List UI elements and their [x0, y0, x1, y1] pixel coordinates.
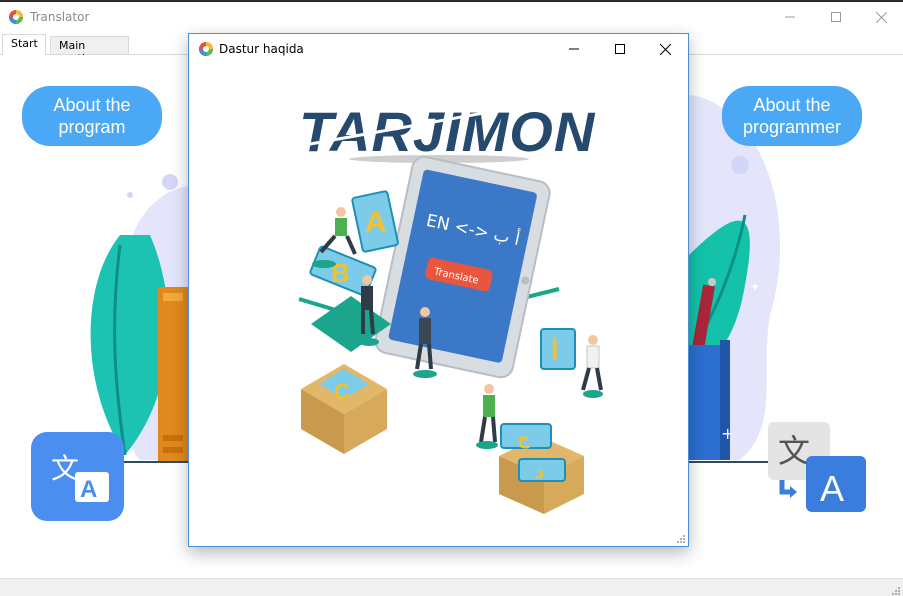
about-program-label: About the program	[53, 95, 131, 137]
status-strip	[0, 578, 903, 596]
letter-a: A	[365, 206, 387, 239]
close-button[interactable]	[858, 2, 903, 32]
svg-text:文: 文	[51, 452, 79, 485]
dialog-title-bar[interactable]: Dastur haqida	[189, 34, 688, 64]
dialog-app-icon	[199, 42, 213, 56]
svg-text:✦: ✦	[750, 280, 760, 294]
dialog-resize-grip-icon[interactable]	[676, 534, 686, 544]
close-icon	[875, 11, 887, 23]
dialog-maximize-button[interactable]	[597, 34, 643, 64]
title-bar[interactable]: Translator	[0, 2, 903, 32]
dialog-close-button[interactable]	[642, 34, 688, 64]
about-program-button[interactable]: About the program	[22, 86, 162, 146]
tarjimon-logo: TARJIMON	[299, 100, 596, 163]
tarjimon-illustration: TARJIMON EN <-> أ ب Translate A B C أ ج …	[298, 94, 603, 514]
svg-text:+: +	[721, 424, 734, 443]
minimize-icon	[569, 48, 579, 50]
about-dialog: Dastur haqida TARJIMON EN <-> أ ب Transl…	[188, 33, 689, 547]
dialog-title: Dastur haqida	[219, 42, 304, 56]
letter-jim: ج	[517, 428, 530, 449]
app-logo-icon	[9, 10, 23, 24]
tab-start[interactable]: Start	[2, 34, 46, 56]
maximize-icon	[615, 44, 625, 54]
tab-main-section[interactable]: Main section	[50, 36, 129, 65]
letter-c: C	[334, 379, 350, 404]
svg-text:A: A	[80, 476, 97, 503]
maximize-button[interactable]	[813, 2, 859, 32]
dialog-minimize-button[interactable]	[551, 34, 597, 64]
about-programmer-button[interactable]: About the programmer	[722, 86, 862, 146]
letter-alif: أ	[551, 336, 559, 365]
translate-icon[interactable]: 文 A	[768, 422, 867, 514]
about-programmer-label: About the programmer	[742, 95, 842, 137]
google-translate-icon[interactable]: 文 A	[31, 432, 124, 521]
minimize-icon	[785, 16, 795, 18]
maximize-icon	[831, 12, 841, 22]
dialog-body: TARJIMON EN <-> أ ب Translate A B C أ ج …	[189, 64, 688, 546]
translator-window: Translator Main section Start	[0, 0, 903, 596]
minimize-button[interactable]	[767, 2, 813, 32]
close-icon	[659, 43, 671, 55]
svg-text:A: A	[820, 468, 844, 509]
letter-dal: د	[535, 462, 544, 483]
svg-text:文: 文	[778, 432, 810, 470]
resize-grip-icon[interactable]	[891, 586, 901, 596]
window-title: Translator	[30, 10, 90, 24]
